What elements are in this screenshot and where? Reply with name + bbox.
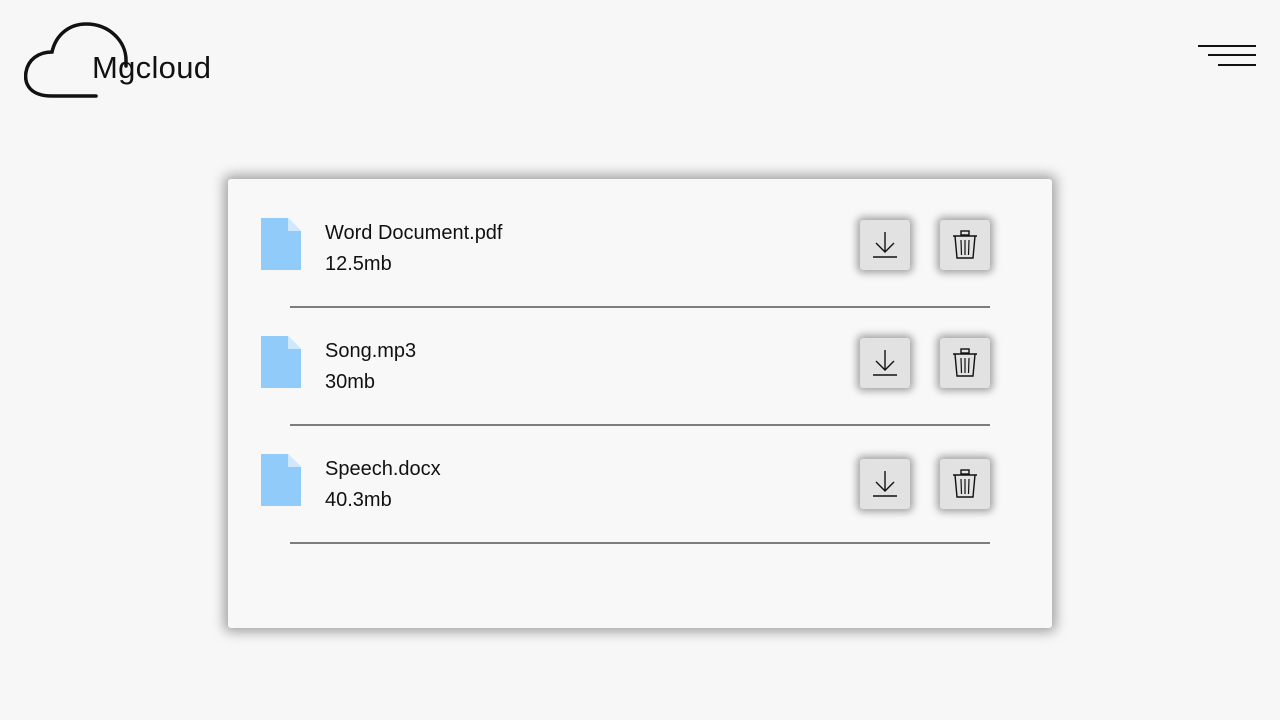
trash-icon <box>953 230 977 259</box>
trash-icon <box>953 469 977 498</box>
file-icon <box>261 454 301 506</box>
file-name: Word Document.pdf <box>325 222 503 244</box>
menu-line <box>1218 64 1256 66</box>
menu-line <box>1208 54 1256 56</box>
menu-line <box>1198 45 1256 47</box>
delete-button[interactable] <box>940 220 990 270</box>
download-icon <box>873 232 897 258</box>
file-icon <box>261 336 301 388</box>
download-button[interactable] <box>860 220 910 270</box>
download-button[interactable] <box>860 338 910 388</box>
row-divider <box>290 542 990 544</box>
file-name: Song.mp3 <box>325 340 417 362</box>
file-size: 30mb <box>325 371 376 393</box>
download-icon <box>873 471 897 497</box>
brand-name: Mgcloud <box>92 50 212 85</box>
file-size: 12.5mb <box>325 253 392 275</box>
file-name: Speech.docx <box>325 458 441 480</box>
hamburger-menu-icon[interactable] <box>1196 42 1258 72</box>
file-row: Song.mp3 30mb <box>228 297 1052 426</box>
page: Mgcloud Word Document.pdf 12.5mb Song.mp… <box>0 0 1280 720</box>
delete-button[interactable] <box>940 459 990 509</box>
download-button[interactable] <box>860 459 910 509</box>
logo[interactable]: Mgcloud <box>24 20 234 100</box>
delete-button[interactable] <box>940 338 990 388</box>
file-size: 40.3mb <box>325 489 392 511</box>
download-icon <box>873 350 897 376</box>
trash-icon <box>953 348 977 377</box>
file-row: Word Document.pdf 12.5mb <box>228 179 1052 308</box>
file-list-panel: Word Document.pdf 12.5mb Song.mp3 30mb S… <box>228 179 1052 628</box>
file-icon <box>261 218 301 270</box>
file-row: Speech.docx 40.3mb <box>228 415 1052 544</box>
